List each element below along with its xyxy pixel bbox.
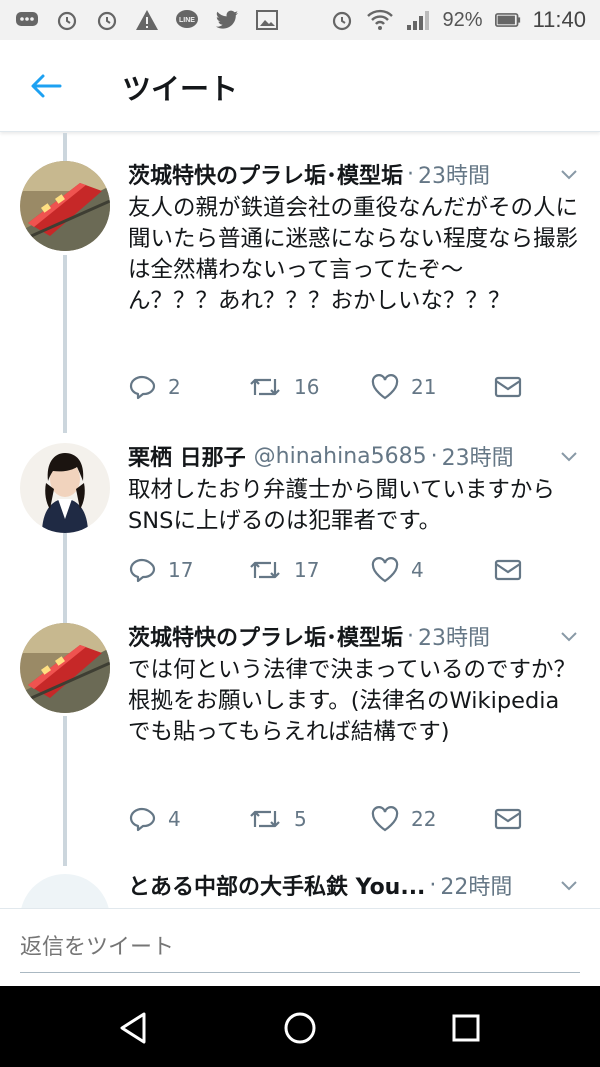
retweet-count: 16 (294, 375, 320, 399)
tweet-author-name[interactable]: 茨城特快のプラレ垢･模型垢 (128, 620, 403, 652)
avatar[interactable] (20, 874, 110, 908)
tweet[interactable]: 茨城特快のプラレ垢･模型垢 · 23時間 では何という法律で決まっているのですか… (0, 623, 600, 866)
chevron-down-icon[interactable] (558, 445, 580, 467)
envelope-icon (494, 808, 522, 830)
dm-button[interactable] (494, 371, 522, 403)
retweet-button[interactable]: 5 (248, 803, 307, 835)
chevron-down-icon[interactable] (558, 163, 580, 185)
tweet[interactable]: 茨城特快のプラレ垢･模型垢 · 23時間 友人の親が鉄道会社の重役なんだがその人… (0, 133, 600, 433)
image-icon (254, 8, 280, 32)
separator-dot: · (407, 623, 415, 649)
heart-icon (371, 374, 399, 400)
reply-count: 2 (168, 375, 181, 399)
clock: 11:40 (532, 7, 586, 32)
retweet-button[interactable]: 16 (248, 371, 319, 403)
reply-icon (129, 807, 156, 832)
reply-input[interactable] (20, 923, 580, 973)
twitter-icon (214, 8, 240, 32)
reply-bar (0, 908, 600, 986)
separator-dot: · (407, 161, 415, 187)
retweet-icon (250, 810, 280, 828)
back-button[interactable] (28, 70, 64, 102)
tweet-text: 取材したおり弁護士から聞いていますからSNSに上げるのは犯罪者です。 (128, 477, 555, 534)
signal-icon (405, 8, 431, 32)
reply-button[interactable]: 17 (128, 554, 193, 586)
retweet-count: 5 (294, 807, 307, 831)
reply-icon (129, 558, 156, 583)
tweet-thread[interactable]: 茨城特快のプラレ垢･模型垢 · 23時間 友人の親が鉄道会社の重役なんだがその人… (0, 133, 600, 908)
tweet-time: 23時間 (418, 626, 491, 651)
chevron-down-icon[interactable] (558, 874, 580, 896)
alarm-icon (94, 8, 120, 32)
tweet[interactable]: とある中部の大手私鉄 You... · 22時間 (0, 866, 600, 908)
reply-button[interactable]: 2 (128, 371, 181, 403)
separator-dot: · (429, 872, 437, 898)
tweet-text: 友人の親が鉄道会社の重役なんだがその人に聞いたら普通に迷惑にならない程度なら撮影… (128, 195, 579, 314)
home-circle-icon[interactable] (278, 1006, 322, 1050)
status-bar: LINE 92% 11:40 (0, 0, 600, 40)
tweet-author-name[interactable]: 茨城特快のプラレ垢･模型垢 (128, 158, 403, 190)
like-count: 21 (411, 375, 437, 399)
tweet-author-name[interactable]: とある中部の大手私鉄 You... (128, 869, 425, 901)
retweet-button[interactable]: 17 (248, 554, 319, 586)
tweet-time: 23時間 (418, 164, 491, 189)
arrow-left-icon (31, 74, 62, 98)
avatar[interactable] (20, 623, 110, 713)
reply-count: 4 (168, 807, 181, 831)
tweet-author-handle[interactable]: @hinahina5685 (254, 444, 427, 469)
heart-icon (371, 806, 399, 832)
tweet-actions: 4 5 22 (128, 803, 548, 835)
chevron-down-icon[interactable] (558, 625, 580, 647)
avatar[interactable] (20, 443, 110, 533)
back-triangle-icon[interactable] (112, 1006, 156, 1050)
warning-icon (134, 8, 160, 32)
envelope-icon (494, 376, 522, 398)
like-button[interactable]: 4 (371, 554, 424, 586)
battery-icon (494, 8, 521, 32)
tweet-text: では何という法律で決まっているのですか？根拠をお願いします。(法律名のWikip… (128, 657, 576, 745)
retweet-count: 17 (294, 558, 320, 582)
avatar[interactable] (20, 161, 110, 251)
reply-icon (129, 375, 156, 400)
alarm-icon (329, 8, 355, 32)
tweet-time: 23時間 (441, 446, 514, 471)
like-button[interactable]: 21 (371, 371, 436, 403)
recents-square-icon[interactable] (444, 1006, 488, 1050)
like-count: 22 (411, 807, 437, 831)
dm-button[interactable] (494, 554, 522, 586)
heart-icon (371, 557, 399, 583)
dm-button[interactable] (494, 803, 522, 835)
tweet-time: 22時間 (440, 875, 513, 900)
message-icon (14, 8, 40, 32)
reply-count: 17 (168, 558, 194, 582)
page-title: ツイート (122, 72, 239, 106)
system-nav-bar (0, 986, 600, 1067)
retweet-icon (250, 378, 280, 396)
wifi-icon (366, 8, 393, 32)
retweet-icon (250, 561, 280, 579)
line-icon: LINE (174, 8, 200, 32)
app-header: ツイート (0, 40, 600, 132)
tweet-author-name[interactable]: 栗栖 日那子 (128, 440, 246, 472)
like-count: 4 (411, 558, 424, 582)
battery-percent: 92% (442, 8, 483, 31)
tweet[interactable]: 栗栖 日那子 @hinahina5685 · 23時間 取材したおり弁護士から聞… (0, 433, 600, 623)
tweet-actions: 17 17 4 (128, 554, 548, 586)
envelope-icon (494, 559, 522, 581)
svg-text:LINE: LINE (179, 17, 195, 24)
reply-button[interactable]: 4 (128, 803, 181, 835)
alarm-icon (54, 8, 80, 32)
tweet-actions: 2 16 21 (128, 371, 548, 403)
like-button[interactable]: 22 (371, 803, 436, 835)
separator-dot: · (430, 443, 438, 469)
